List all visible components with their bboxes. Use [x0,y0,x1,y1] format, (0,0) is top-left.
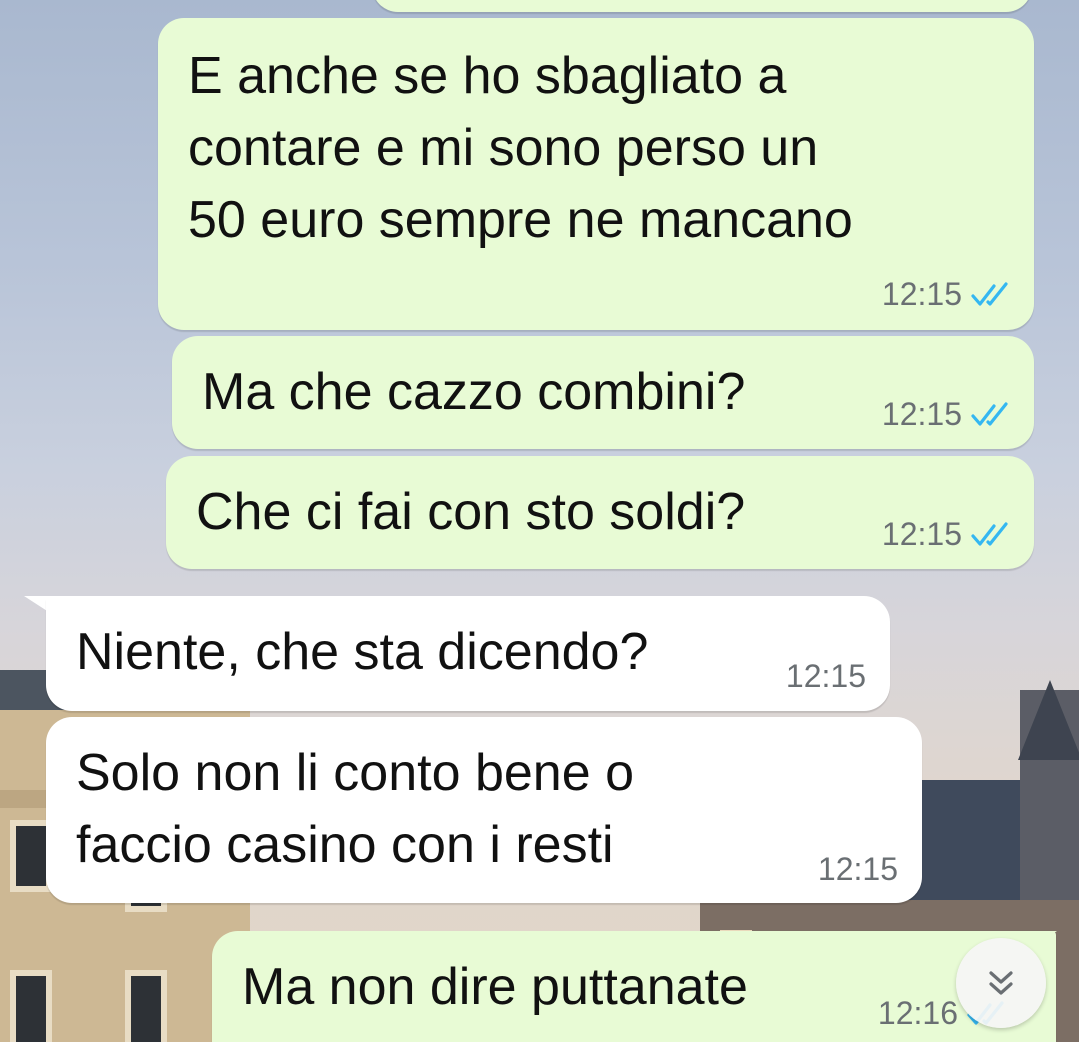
message-time: 12:15 [881,276,962,312]
message-text: Ma che cazzo combini? [202,363,746,421]
message-text: Niente, che sta dicendo? [76,623,649,681]
message-text: Che ci fai con sto soldi? [196,483,746,541]
read-ticks-icon [971,401,1008,426]
message-meta: 12:15 [786,658,866,695]
message-time: 12:15 [785,658,866,694]
message-meta: 12:15 [882,276,1010,313]
message-text: E anche se ho sbagliato a contare e mi s… [188,47,853,249]
wallpaper-spire [1018,680,1079,760]
message-bubble-outgoing[interactable]: E anche se ho sbagliato a contare e mi s… [158,18,1034,330]
message-bubble-incoming[interactable]: Solo non li conto bene o faccio casino c… [46,717,922,903]
message-bubble-incoming[interactable]: Niente, che sta dicendo? 12:15 [46,596,890,711]
message-time: 12:15 [881,516,962,552]
message-bubble-outgoing[interactable]: Che ci fai con sto soldi? 12:15 [166,456,1034,569]
read-ticks-icon [971,281,1008,306]
message-bubble-outgoing[interactable]: Ma che cazzo combini? 12:15 [172,336,1034,449]
message-time: 12:16 [877,995,958,1031]
message-bubble-outgoing[interactable]: Ma non dire puttanate 12:16 [212,931,1056,1042]
double-chevron-down-icon [989,971,1013,995]
message-meta: 12:15 [882,516,1010,553]
message-text: Ma non dire puttanate [242,958,748,1016]
message-time: 12:15 [881,396,962,432]
chat-screen: E anche se ho sbagliato a contare e mi s… [0,0,1079,1042]
message-time: 12:15 [817,851,898,887]
message-bubble-partial[interactable] [372,0,1032,12]
message-meta: 12:15 [818,851,898,888]
read-ticks-icon [971,521,1008,546]
scroll-to-bottom-button[interactable] [956,938,1046,1028]
message-meta: 12:15 [882,396,1010,433]
message-text: Solo non li conto bene o faccio casino c… [76,744,634,874]
